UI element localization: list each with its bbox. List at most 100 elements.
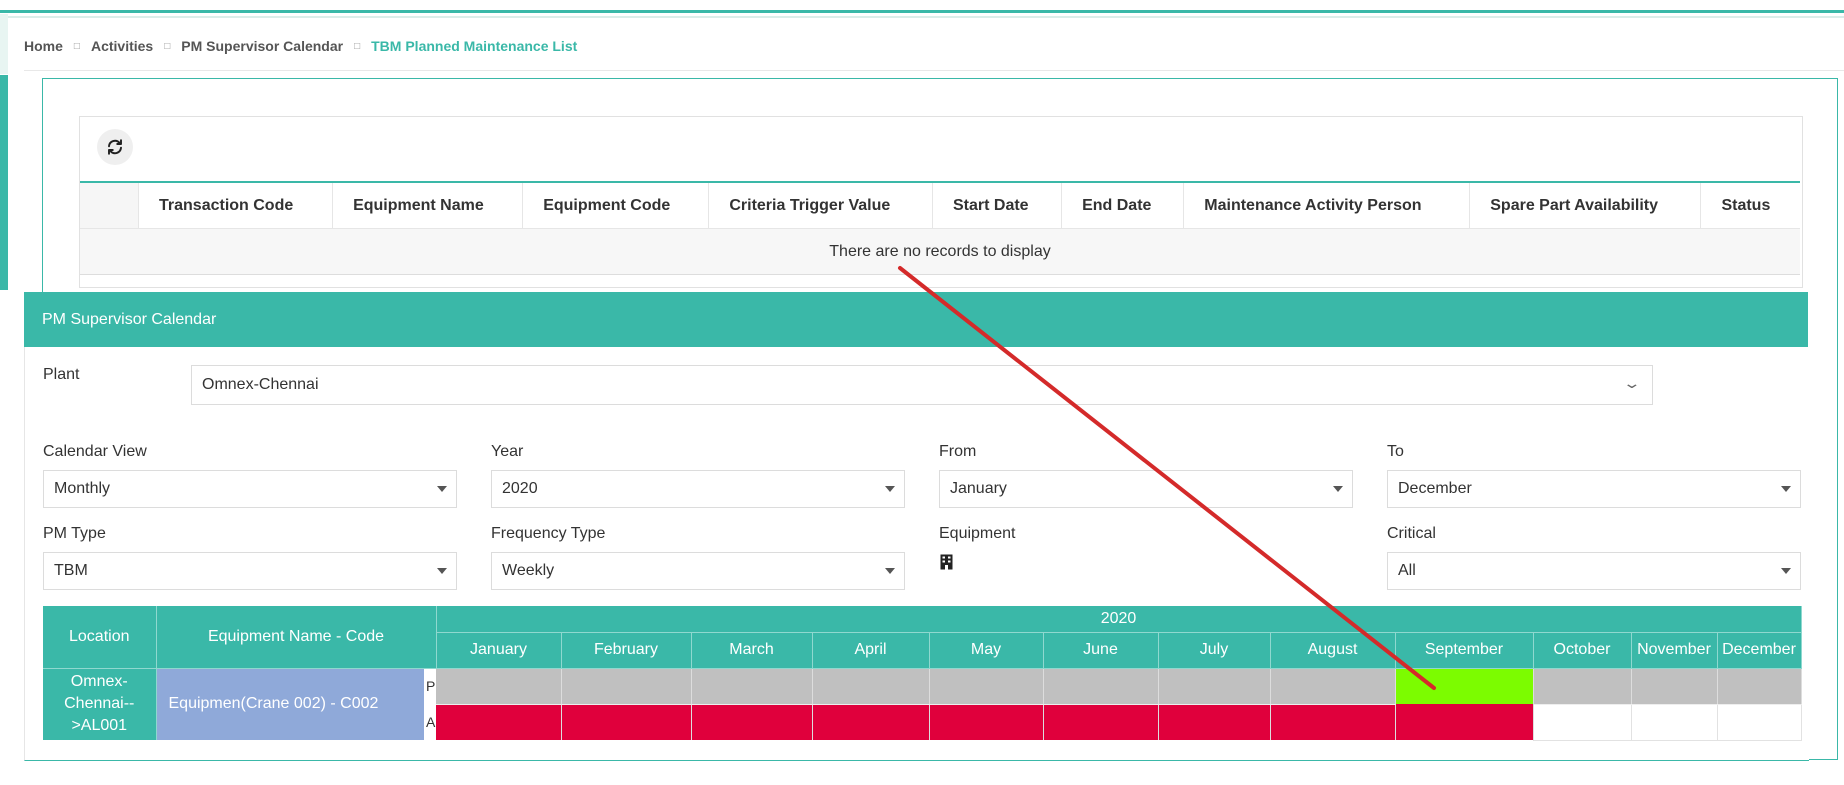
equipment-name-code-header: Equipment Name - Code bbox=[156, 606, 437, 669]
critical-label: Critical bbox=[1387, 525, 1436, 542]
plant-label: Plant bbox=[43, 366, 80, 383]
actual-label: A bbox=[424, 704, 436, 740]
grid-select-column[interactable] bbox=[80, 181, 139, 229]
breadcrumb-separator: □ bbox=[164, 40, 171, 52]
month-header-august: August bbox=[1270, 632, 1396, 669]
column-status[interactable]: Status bbox=[1700, 181, 1800, 229]
caret-down-icon bbox=[1781, 486, 1791, 492]
plant-select[interactable]: Omnex-Chennai ⌄ bbox=[191, 365, 1653, 405]
column-start-date[interactable]: Start Date bbox=[932, 181, 1063, 229]
critical-value: All bbox=[1398, 562, 1416, 579]
actual-cell-november[interactable] bbox=[1631, 704, 1718, 741]
actual-cell-january[interactable] bbox=[436, 704, 562, 740]
breadcrumb-separator: □ bbox=[73, 40, 80, 52]
caret-down-icon bbox=[885, 568, 895, 574]
month-header-april: April bbox=[812, 632, 930, 669]
month-header-october: October bbox=[1533, 632, 1632, 669]
column-criteria-trigger-value[interactable]: Criteria Trigger Value bbox=[708, 181, 933, 229]
planned-cell-november[interactable] bbox=[1631, 668, 1718, 705]
month-header-june: June bbox=[1043, 632, 1159, 669]
location-line: Chennai-- bbox=[64, 695, 135, 713]
caret-down-icon bbox=[1333, 486, 1343, 492]
pm-type-value: TBM bbox=[54, 562, 88, 579]
to-label: To bbox=[1387, 443, 1404, 460]
year-label: Year bbox=[491, 443, 524, 460]
pm-type-select[interactable]: TBM bbox=[43, 552, 457, 590]
equipment-cell[interactable]: Equipmen(Crane 002) - C002 bbox=[156, 668, 424, 740]
caret-down-icon bbox=[437, 486, 447, 492]
breadcrumb-pm-supervisor-calendar[interactable]: PM Supervisor Calendar bbox=[181, 38, 343, 54]
planned-cell-january[interactable] bbox=[436, 668, 562, 705]
month-header-january: January bbox=[436, 632, 562, 669]
planned-cell-august[interactable] bbox=[1270, 668, 1396, 705]
actual-cell-september[interactable] bbox=[1395, 704, 1534, 740]
actual-cell-february[interactable] bbox=[561, 704, 692, 740]
location-line: Omnex- bbox=[70, 673, 128, 691]
planned-cell-june[interactable] bbox=[1043, 668, 1159, 705]
year-select[interactable]: 2020 bbox=[491, 470, 905, 508]
month-header-february: February bbox=[561, 632, 692, 669]
actual-cell-march[interactable] bbox=[691, 704, 813, 740]
frequency-type-select[interactable]: Weekly bbox=[491, 552, 905, 590]
caret-down-icon bbox=[437, 568, 447, 574]
month-header-november: November bbox=[1631, 632, 1718, 669]
month-header-may: May bbox=[929, 632, 1044, 669]
to-value: December bbox=[1398, 480, 1472, 497]
from-select[interactable]: January bbox=[939, 470, 1353, 508]
breadcrumb-current: TBM Planned Maintenance List bbox=[371, 38, 578, 54]
planned-cell-april[interactable] bbox=[812, 668, 930, 705]
breadcrumb-activities[interactable]: Activities bbox=[91, 38, 153, 54]
refresh-icon bbox=[108, 139, 122, 155]
empty-message: There are no records to display bbox=[80, 228, 1800, 275]
column-equipment-name[interactable]: Equipment Name bbox=[332, 181, 524, 229]
column-spare-part-availability[interactable]: Spare Part Availability bbox=[1469, 181, 1702, 229]
planned-cell-february[interactable] bbox=[561, 668, 692, 705]
breadcrumb-separator: □ bbox=[354, 40, 361, 52]
from-value: January bbox=[950, 480, 1007, 497]
refresh-button[interactable] bbox=[97, 129, 133, 165]
actual-cell-april[interactable] bbox=[812, 704, 930, 740]
calendar-panel-title: PM Supervisor Calendar bbox=[24, 292, 1808, 347]
equipment-label: Equipment bbox=[939, 525, 1016, 542]
frequency-type-label: Frequency Type bbox=[491, 525, 606, 542]
actual-cell-july[interactable] bbox=[1158, 704, 1271, 740]
column-transaction-code[interactable]: Transaction Code bbox=[138, 181, 334, 229]
column-maintenance-activity-person[interactable]: Maintenance Activity Person bbox=[1183, 181, 1471, 229]
calendar-view-select[interactable]: Monthly bbox=[43, 470, 457, 508]
to-select[interactable]: December bbox=[1387, 470, 1801, 508]
actual-cell-december[interactable] bbox=[1717, 704, 1802, 741]
breadcrumb-home[interactable]: Home bbox=[24, 38, 63, 54]
building-icon[interactable] bbox=[940, 554, 953, 570]
top-accent-line-secondary bbox=[0, 16, 1844, 18]
planned-cell-march[interactable] bbox=[691, 668, 813, 705]
chevron-down-icon: ⌄ bbox=[1622, 375, 1642, 391]
planned-cell-july[interactable] bbox=[1158, 668, 1271, 705]
from-label: From bbox=[939, 443, 977, 460]
month-header-march: March bbox=[691, 632, 813, 669]
column-end-date[interactable]: End Date bbox=[1061, 181, 1185, 229]
calendar-view-label: Calendar View bbox=[43, 443, 147, 460]
actual-cell-october[interactable] bbox=[1533, 704, 1632, 741]
location-header: Location bbox=[43, 606, 157, 669]
planned-label: P bbox=[424, 668, 436, 704]
caret-down-icon bbox=[885, 486, 895, 492]
year-header: 2020 bbox=[436, 606, 1802, 633]
planned-cell-december[interactable] bbox=[1717, 668, 1802, 705]
left-strip-light bbox=[0, 14, 8, 74]
location-cell: Omnex- Chennai-- >AL001 bbox=[43, 668, 157, 740]
year-value: 2020 bbox=[502, 480, 538, 497]
month-header-july: July bbox=[1158, 632, 1271, 669]
planned-cell-may[interactable] bbox=[929, 668, 1044, 705]
maintenance-grid: Transaction Code Equipment Name Equipmen… bbox=[80, 181, 1800, 275]
planned-cell-october[interactable] bbox=[1533, 668, 1632, 705]
actual-cell-june[interactable] bbox=[1043, 704, 1159, 740]
calendar-view-value: Monthly bbox=[54, 480, 111, 497]
actual-cell-may[interactable] bbox=[929, 704, 1044, 740]
calendar-table: Location Equipment Name - Code 2020 Janu… bbox=[43, 606, 1802, 741]
critical-select[interactable]: All bbox=[1387, 552, 1801, 590]
actual-cell-august[interactable] bbox=[1270, 704, 1396, 740]
planned-cell-september[interactable] bbox=[1395, 668, 1534, 704]
plant-value: Omnex-Chennai bbox=[202, 376, 319, 393]
location-line: >AL001 bbox=[71, 717, 128, 735]
column-equipment-code[interactable]: Equipment Code bbox=[522, 181, 710, 229]
